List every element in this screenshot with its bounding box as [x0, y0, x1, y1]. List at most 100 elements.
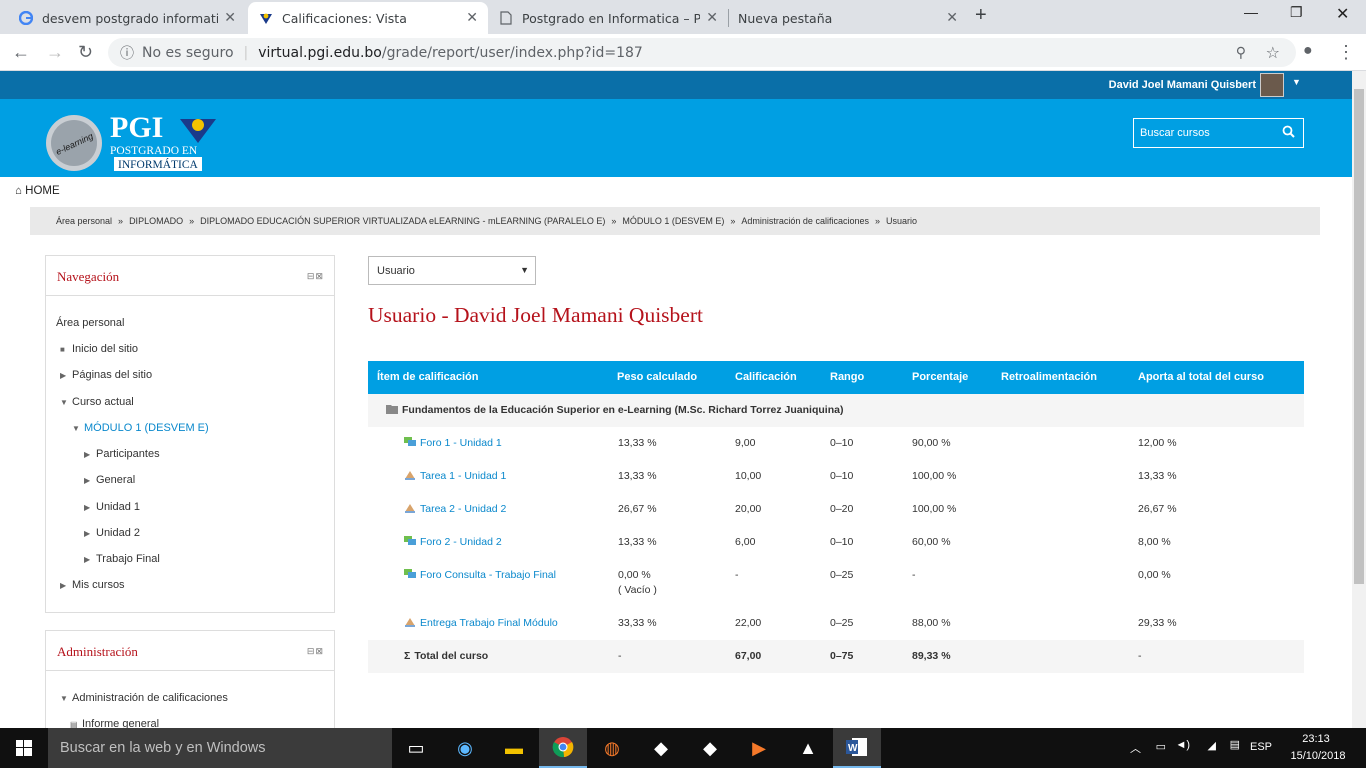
breadcrumb-item[interactable]: Administración de calificaciones: [741, 216, 869, 226]
page-scrollbar[interactable]: [1352, 71, 1366, 728]
menu-dots-icon[interactable]: ⋮: [1337, 42, 1355, 63]
new-tab-icon[interactable]: +: [975, 4, 987, 27]
chrome-icon[interactable]: [539, 728, 587, 768]
tab-postgrado[interactable]: Postgrado en Informatica – PGI ✕: [488, 2, 728, 34]
breadcrumb-item[interactable]: DIPLOMADO EDUCACIÓN SUPERIOR VIRTUALIZAD…: [200, 216, 605, 226]
windows-start-icon[interactable]: [0, 728, 48, 768]
browser-tab-strip: desvem postgrado informatica - ✕ Calific…: [0, 0, 1366, 34]
restore-icon[interactable]: ❐: [1290, 4, 1303, 21]
page-title: Usuario - David Joel Mamani Quisbert: [368, 303, 703, 327]
nav-unidad2[interactable]: ▶ Unidad 2: [84, 527, 140, 539]
block-title: Administración: [57, 644, 138, 659]
report-view-select[interactable]: Usuario ▼: [368, 256, 536, 285]
close-tab-icon[interactable]: ✕: [224, 10, 236, 26]
nav-paginas[interactable]: ▶ Páginas del sitio: [60, 369, 152, 381]
home-link[interactable]: ⌂ HOME: [15, 185, 60, 197]
svg-text:PGI: PGI: [110, 111, 163, 144]
nav-unidad1[interactable]: ▶ Unidad 1: [84, 501, 140, 513]
folder-icon: [386, 405, 398, 414]
assignment-icon: [405, 504, 415, 513]
unity-icon[interactable]: ◆: [686, 728, 734, 768]
table-header: Ítem de calificación Peso calculado Cali…: [368, 361, 1304, 394]
word-icon[interactable]: W: [833, 728, 881, 768]
block-controls-icon[interactable]: ⊟⊠: [307, 271, 324, 282]
back-icon[interactable]: ←: [12, 42, 30, 63]
svg-text:W: W: [848, 743, 858, 754]
nav-general[interactable]: ▶ General: [84, 474, 135, 486]
course-search-input[interactable]: Buscar cursos: [1133, 118, 1304, 148]
bookmark-star-icon[interactable]: ☆: [1266, 43, 1280, 62]
forum-icon: [404, 569, 416, 578]
user-strip: David Joel Mamani Quisbert ▼: [0, 71, 1352, 99]
nav-admin-calificaciones[interactable]: ▼ Administración de calificaciones: [60, 692, 228, 704]
file-explorer-icon[interactable]: ▬: [490, 728, 538, 768]
media-app-icon[interactable]: ▶: [735, 728, 783, 768]
close-tab-icon[interactable]: ✕: [706, 10, 718, 26]
home-icon: ⌂: [15, 185, 22, 197]
table-row: Foro 1 - Unidad 1 13,33 % 9,00 0–10 90,0…: [368, 427, 1304, 460]
breadcrumb-item[interactable]: Área personal: [56, 216, 112, 226]
page-icon: [498, 10, 514, 26]
close-tab-icon[interactable]: ✕: [466, 10, 478, 26]
blender-icon[interactable]: ◍: [588, 728, 636, 768]
zoom-icon[interactable]: ⚲: [1236, 45, 1246, 61]
minimize-icon[interactable]: —: [1244, 4, 1258, 20]
tab-calificaciones[interactable]: Calificaciones: Vista ✕: [248, 2, 488, 34]
windows-taskbar: Buscar en la web y en Windows ▭ ◉ ▬ ◍ ◆ …: [0, 728, 1366, 768]
unity-icon[interactable]: ◆: [637, 728, 685, 768]
svg-text:INFORMÁTICA: INFORMÁTICA: [118, 157, 199, 171]
nav-area-personal[interactable]: Área personal: [56, 317, 125, 329]
task-view-icon[interactable]: ▭: [392, 728, 440, 768]
taskbar-search[interactable]: Buscar en la web y en Windows: [48, 728, 392, 768]
app-icon[interactable]: ▲: [784, 728, 832, 768]
info-icon[interactable]: ⓘ: [120, 43, 134, 63]
volume-icon[interactable]: ◄): [1175, 739, 1190, 751]
nav-mis-cursos[interactable]: ▶ Mis cursos: [60, 579, 125, 591]
avatar[interactable]: [1260, 73, 1284, 97]
breadcrumb-item[interactable]: DIPLOMADO: [129, 216, 183, 226]
table-row: Foro Consulta - Trabajo Final 0,00 % ( V…: [368, 559, 1304, 607]
cortana-app-icon[interactable]: ◉: [441, 728, 489, 768]
pgi-logo[interactable]: e-learning PGI POSTGRADO EN INFORMÁTICA: [44, 111, 219, 171]
profile-icon[interactable]: ●: [1303, 42, 1313, 60]
category-row: Fundamentos de la Educación Superior en …: [368, 394, 1304, 427]
nav-inicio[interactable]: ■ Inicio del sitio: [60, 343, 138, 355]
address-bar-row: ← → ↻ ⓘ No es seguro | virtual.pgi.edu.b…: [0, 34, 1366, 71]
administration-block: Administración ⊟⊠ ▼ Administración de cal…: [45, 630, 335, 740]
breadcrumb: Área personal» DIPLOMADO» DIPLOMADO EDUC…: [30, 207, 1320, 235]
block-controls-icon[interactable]: ⊟⊠: [307, 646, 324, 657]
nav-modulo[interactable]: ▼ MÓDULO 1 (DESVEM E): [72, 422, 209, 434]
sigma-icon: Σ: [404, 650, 411, 662]
scrollbar-thumb[interactable]: [1354, 89, 1364, 584]
close-tab-icon[interactable]: ✕: [946, 10, 958, 26]
breadcrumb-item[interactable]: MÓDULO 1 (DESVEM E): [622, 216, 724, 226]
tab-google-search[interactable]: desvem postgrado informatica - ✕: [8, 2, 246, 34]
chevron-up-icon[interactable]: ︿: [1130, 740, 1141, 756]
tab-nueva[interactable]: Nueva pestaña ✕: [728, 2, 968, 34]
notifications-icon[interactable]: ▤: [1230, 738, 1240, 751]
wifi-icon[interactable]: ◢: [1208, 739, 1216, 752]
assignment-icon: [405, 618, 415, 627]
table-row: Tarea 1 - Unidad 1 13,33 % 10,00 0–10 10…: [368, 460, 1304, 493]
forum-icon: [404, 437, 416, 446]
close-window-icon[interactable]: ✕: [1336, 4, 1349, 24]
search-icon[interactable]: [1282, 125, 1295, 141]
user-menu-name[interactable]: David Joel Mamani Quisbert: [1109, 79, 1256, 91]
breadcrumb-item[interactable]: Usuario: [886, 216, 917, 226]
reload-icon[interactable]: ↻: [78, 42, 93, 63]
pgi-icon: [258, 10, 274, 26]
forward-icon[interactable]: →: [46, 42, 64, 63]
chevron-down-icon: ▼: [520, 265, 529, 275]
url-field[interactable]: ⓘ No es seguro | virtual.pgi.edu.bo/grad…: [108, 38, 1296, 67]
site-header: e-learning PGI POSTGRADO EN INFORMÁTICA …: [0, 99, 1352, 177]
table-row: Foro 2 - Unidad 2 13,33 % 6,00 0–10 60,0…: [368, 526, 1304, 559]
google-icon: [18, 10, 34, 26]
nav-trabajo-final[interactable]: ▶ Trabajo Final: [84, 553, 160, 565]
total-row: Σ Total del curso - 67,00 0–75 89,33 % -: [368, 640, 1304, 673]
table-row: Entrega Trabajo Final Módulo 33,33 % 22,…: [368, 607, 1304, 640]
assignment-icon: [405, 471, 415, 480]
battery-icon[interactable]: ▭: [1156, 740, 1166, 753]
chevron-down-icon[interactable]: ▼: [1292, 77, 1301, 87]
nav-participantes[interactable]: ▶ Participantes: [84, 448, 160, 460]
nav-curso-actual[interactable]: ▼ Curso actual: [60, 396, 134, 408]
